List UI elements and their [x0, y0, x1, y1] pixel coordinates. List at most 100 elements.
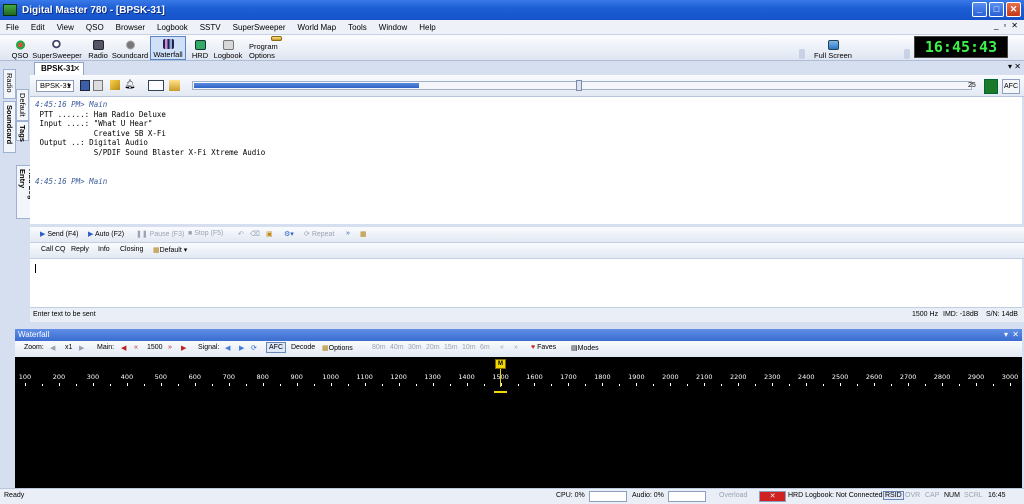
close-button[interactable]: ✕: [1006, 2, 1021, 17]
radio-button[interactable]: Radio: [87, 36, 109, 60]
scale-minor-tick: [449, 384, 451, 386]
main-step-up-icon[interactable]: ▶: [181, 344, 186, 352]
tab-bpsk31[interactable]: BPSK-31 ✕: [34, 62, 84, 75]
supersweeper-button[interactable]: SuperSweeper: [32, 36, 82, 60]
waterfall-display[interactable]: M 100 200 300 400 500 600 700 800 900 1000 1100 120…: [15, 357, 1022, 488]
waterfall-close-icon[interactable]: ✕: [1012, 329, 1019, 341]
macro-reply-button[interactable]: Reply: [71, 246, 89, 253]
tab-close-icon[interactable]: ✕: [73, 63, 80, 75]
menu-tools[interactable]: Tools: [342, 23, 373, 32]
qso-button[interactable]: QSO: [10, 36, 30, 60]
band-80m-button[interactable]: 80m: [372, 344, 386, 351]
band-next-icon[interactable]: »: [514, 344, 518, 351]
side-tab-default[interactable]: Default: [16, 89, 29, 121]
mdi-restore-button[interactable]: ▫: [1003, 21, 1006, 30]
bell-icon[interactable]: 🔔︎: [124, 79, 138, 91]
tuning-progress-bar[interactable]: [192, 80, 972, 91]
send-button[interactable]: ▶ Send (F4): [40, 230, 78, 238]
app-icon: [3, 4, 17, 16]
band-15m-button[interactable]: 15m: [444, 344, 458, 351]
pane-close-icon[interactable]: ✕: [1014, 62, 1021, 71]
hrd-button[interactable]: HRD: [191, 36, 209, 60]
scale-tick: [228, 383, 230, 386]
signal-prev-icon[interactable]: ◀: [225, 344, 230, 352]
main-marker[interactable]: M: [495, 359, 506, 369]
toolbar-overflow-button[interactable]: [797, 36, 807, 60]
maximize-button[interactable]: □: [989, 2, 1004, 17]
band-6m-button[interactable]: 6m: [480, 344, 490, 351]
menu-view[interactable]: View: [51, 23, 80, 32]
lock-icon[interactable]: ▣: [266, 230, 273, 238]
save-icon[interactable]: [80, 80, 90, 91]
scale-label: 100: [18, 373, 32, 381]
band-10m-button[interactable]: 10m: [462, 344, 476, 351]
signal-refresh-icon[interactable]: ⟳: [251, 344, 257, 352]
view-options-icon[interactable]: [148, 80, 164, 91]
waterfall-menu-icon[interactable]: ▾: [1004, 329, 1008, 341]
menu-world-map[interactable]: World Map: [292, 23, 343, 32]
mdi-minimize-button[interactable]: _: [994, 21, 998, 30]
macro-set-dropdown[interactable]: ▦Default ▾: [153, 246, 187, 254]
mode-select[interactable]: BPSK-31 ▾: [36, 80, 74, 92]
gear-icon[interactable]: ⚙▾: [284, 230, 294, 238]
menu-browser[interactable]: Browser: [110, 23, 151, 32]
menu-sstv[interactable]: SSTV: [194, 23, 227, 32]
menu-edit[interactable]: Edit: [25, 23, 51, 32]
progress-thumb[interactable]: [576, 80, 582, 91]
logbook-button[interactable]: Logbook: [213, 36, 243, 60]
tx-settings-icon[interactable]: ▦: [360, 230, 367, 238]
settings-icon[interactable]: [169, 80, 180, 91]
print-icon[interactable]: [93, 80, 103, 91]
auto-button[interactable]: ▶ Auto (F2): [88, 230, 124, 238]
signal-next-icon[interactable]: ▶: [239, 344, 244, 352]
menu-supersweeper[interactable]: SuperSweeper: [227, 23, 292, 32]
eraser-icon[interactable]: [110, 80, 120, 90]
full-screen-button[interactable]: Full Screen: [814, 36, 852, 60]
menu-file[interactable]: File: [0, 23, 25, 32]
waterfall-options-button[interactable]: ▦Options: [322, 344, 353, 352]
num-indicator: NUM: [944, 492, 960, 499]
mdi-close-button[interactable]: ✕: [1011, 21, 1018, 30]
rsid-toggle[interactable]: RSID: [883, 491, 904, 500]
repeat-button[interactable]: ⟳ Repeat: [304, 230, 334, 238]
main-fast-up-icon[interactable]: »: [168, 344, 172, 351]
main-step-down-icon[interactable]: ◀: [121, 344, 126, 352]
menu-help[interactable]: Help: [413, 23, 441, 32]
side-tab-soundcard[interactable]: Soundcard: [3, 101, 16, 153]
band-20m-button[interactable]: 20m: [426, 344, 440, 351]
eraser-tx-icon[interactable]: ⌫: [250, 230, 260, 238]
menu-qso[interactable]: QSO: [80, 23, 110, 32]
side-tab-radio[interactable]: Radio: [3, 69, 16, 99]
zoom-in-icon[interactable]: ▶: [79, 344, 84, 352]
macro-closing-button[interactable]: Closing: [120, 246, 143, 253]
rx-line: Input ....: "What U Hear": [35, 119, 153, 129]
stop-button[interactable]: ■ Stop (F5): [188, 230, 223, 237]
minimize-button[interactable]: _: [972, 2, 987, 17]
zoom-out-icon[interactable]: ◀: [50, 344, 55, 352]
toolbar-overflow-button-2[interactable]: [903, 36, 911, 60]
waterfall-button[interactable]: Waterfall: [150, 36, 186, 60]
main-fast-down-icon[interactable]: «: [134, 344, 138, 351]
band-prev-icon[interactable]: «: [500, 344, 504, 351]
side-tab-tags[interactable]: Tags: [16, 121, 29, 142]
band-30m-button[interactable]: 30m: [408, 344, 422, 351]
soundcard-button[interactable]: Soundcard: [112, 36, 148, 60]
faves-button[interactable]: ♥ Faves: [531, 344, 556, 351]
tab-dropdown-icon[interactable]: ▾: [1008, 62, 1012, 71]
next-icon[interactable]: »: [346, 230, 350, 237]
pause-button[interactable]: ❚❚ Pause (F3): [136, 230, 184, 238]
status-ready: Ready: [4, 492, 25, 499]
macro-info-button[interactable]: Info: [98, 246, 110, 253]
modes-button[interactable]: ▤Modes: [571, 344, 599, 352]
band-40m-button[interactable]: 40m: [390, 344, 404, 351]
program-options-button[interactable]: Program Options: [249, 36, 303, 60]
transmit-text-area[interactable]: [30, 259, 1022, 308]
macro-call-cq-button[interactable]: Call CQ: [41, 246, 66, 253]
menu-window[interactable]: Window: [373, 23, 413, 32]
menu-logbook[interactable]: Logbook: [151, 23, 194, 32]
waterfall-afc-toggle[interactable]: AFC: [266, 342, 286, 353]
afc-toggle[interactable]: AFC: [1002, 79, 1020, 94]
decode-button[interactable]: Decode: [291, 344, 315, 351]
receive-text-area[interactable]: 4:45:16 PM> Main PTT ......: Ham Radio D…: [30, 97, 1022, 224]
undo-icon[interactable]: ↶: [238, 230, 244, 238]
